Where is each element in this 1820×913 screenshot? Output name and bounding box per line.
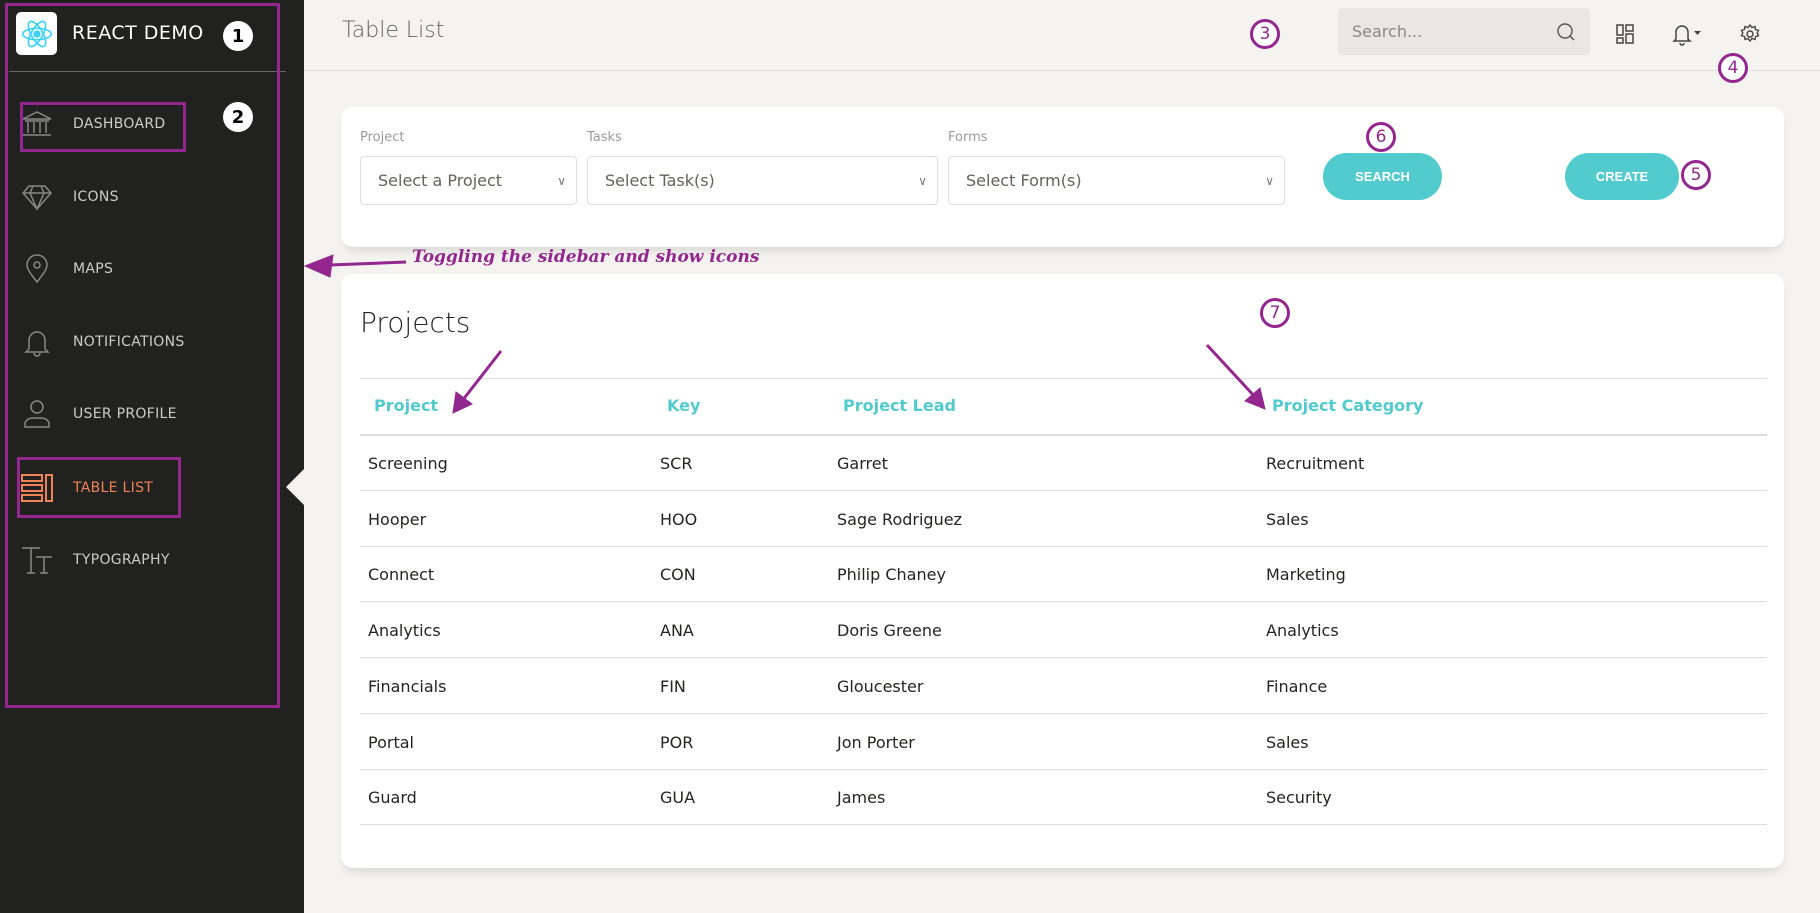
create-button[interactable]: CREATE [1565,153,1679,200]
table-cell-category: Sales [1266,732,1309,752]
forms-select-value: Select Form(s) [966,171,1082,190]
table-cell-lead: Gloucester [837,676,924,696]
chevron-down-icon: ∨ [1265,173,1274,188]
chevron-down-icon: ∨ [918,173,927,188]
project-label: Project [360,130,405,145]
table-cell-lead: Jon Porter [837,732,915,752]
table-cell-lead: James [837,788,886,808]
annotation-marker-2: 2 [223,102,253,132]
annotation-note: Toggling the sidebar and show icons [412,247,760,267]
table-cell-lead: Garret [837,454,888,473]
table-cell-key: FIN [660,676,686,696]
project-select-value: Select a Project [378,171,503,190]
table-row[interactable] [360,603,1767,659]
column-header-project-category[interactable]: Project Category [1272,396,1423,415]
active-indicator [286,469,304,505]
column-header-key[interactable]: Key [667,396,700,415]
annotation-box-dashboard [20,102,186,152]
annotation-marker-1: 1 [223,21,253,51]
tasks-select[interactable]: Select Task(s) ∨ [587,156,938,205]
table-row[interactable] [360,547,1767,603]
table-cell-category: Recruitment [1266,454,1365,473]
projects-title: Projects [360,306,471,339]
annotation-marker-7: 7 [1260,298,1290,328]
table-cell-project: Financials [368,676,447,696]
notifications-dropdown-icon[interactable] [1670,20,1710,48]
search-placeholder: Search... [1352,22,1423,41]
table-cell-project: Guard [368,788,417,808]
table-cell-project: Hooper [368,509,427,529]
column-header-project-lead[interactable]: Project Lead [843,396,956,415]
annotation-marker-6: 6 [1366,122,1396,152]
table-cell-category: Sales [1266,509,1309,529]
table-cell-category: Marketing [1266,565,1346,585]
table-top-border [360,378,1767,379]
table-row[interactable] [360,659,1767,714]
page-title: Table List [342,18,445,43]
table-cell-project: Analytics [368,621,441,641]
annotation-marker-3: 3 [1250,19,1280,49]
table-cell-key: HOO [660,509,698,529]
table-cell-category: Security [1266,788,1332,808]
sidebar-arrow [329,260,407,267]
table-row[interactable] [360,770,1767,826]
table-cell-project: Screening [368,454,448,473]
column-header-project[interactable]: Project [374,396,438,415]
annotation-marker-4: 4 [1718,53,1748,83]
forms-label: Forms [948,130,988,145]
table-row[interactable] [360,492,1767,547]
header-divider [304,70,1820,71]
table-cell-category: Analytics [1266,621,1339,641]
search-button[interactable]: SEARCH [1323,153,1442,200]
annotation-marker-5: 5 [1681,160,1711,190]
table-cell-lead: Sage Rodriguez [837,509,962,529]
table-cell-key: POR [660,732,694,752]
dashboard-grid-icon[interactable] [1611,20,1639,48]
project-select[interactable]: Select a Project ∨ [360,156,577,205]
table-cell-key: GUA [660,788,696,808]
table-cell-key: CON [660,565,696,585]
tasks-select-value: Select Task(s) [605,171,715,190]
tasks-label: Tasks [587,130,622,145]
search-input[interactable]: Search... [1338,8,1590,55]
table-cell-key: SCR [660,454,693,473]
chevron-down-icon: ∨ [557,173,566,188]
table-row[interactable] [360,715,1767,770]
annotation-box-table-list [17,457,181,518]
search-icon[interactable] [1556,22,1576,42]
forms-select[interactable]: Select Form(s) ∨ [948,156,1285,205]
table-cell-project: Connect [368,565,435,585]
table-row[interactable] [360,436,1767,491]
settings-gear-icon[interactable] [1736,20,1764,48]
table-cell-lead: Philip Chaney [837,565,946,585]
table-cell-lead: Doris Greene [837,621,942,641]
table-cell-key: ANA [660,621,694,641]
table-cell-project: Portal [368,732,414,752]
table-cell-category: Finance [1266,676,1328,696]
